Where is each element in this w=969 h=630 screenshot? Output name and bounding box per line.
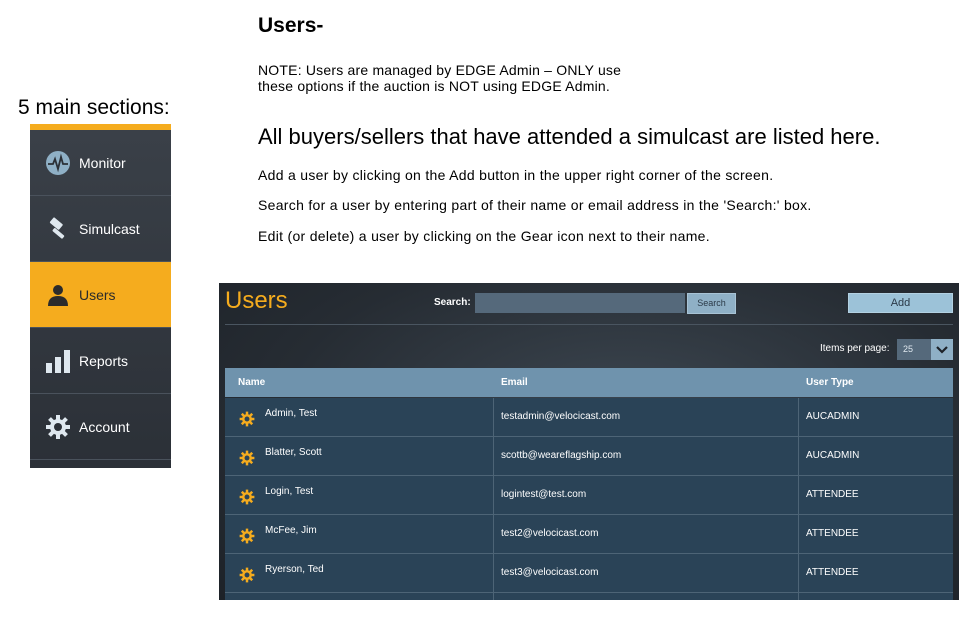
sidebar-item-label: Simulcast [79, 220, 140, 237]
table-row[interactable]: McFee, Jim test2@velocicast.com ATTENDEE [225, 515, 953, 554]
users-panel: Users Search: Search Add Items per page:… [219, 283, 959, 600]
instruction-search: Search for a user by entering part of th… [258, 197, 812, 213]
user-type: AUCADMIN [806, 450, 860, 461]
note-line-1: NOTE: Users are managed by EDGE Admin – … [258, 62, 622, 78]
table-row[interactable]: Blatter, Scott scottb@weareflagship.com … [225, 437, 953, 476]
table-row[interactable]: Login, Test logintest@test.com ATTENDEE [225, 476, 953, 515]
pulse-icon [45, 150, 71, 176]
gear-icon[interactable] [239, 450, 255, 466]
main-sections-label: 5 main sections: [18, 96, 170, 119]
column-divider [798, 554, 799, 593]
column-divider [493, 515, 494, 554]
user-name: McFee, Jim [265, 525, 317, 536]
gear-icon [45, 414, 71, 440]
items-per-page-label: Items per page: [820, 343, 890, 354]
sidebar-item-label: Account [79, 418, 130, 435]
column-divider [798, 437, 799, 476]
column-divider [493, 476, 494, 515]
header-divider [225, 324, 953, 325]
user-name: Ryerson, Ted [265, 564, 324, 575]
slide-headline: All buyers/sellers that have attended a … [258, 124, 881, 149]
user-email: logintest@test.com [501, 489, 587, 500]
instruction-edit: Edit (or delete) a user by clicking on t… [258, 228, 710, 244]
column-divider [798, 515, 799, 554]
gear-icon[interactable] [239, 528, 255, 544]
column-header-email[interactable]: Email [501, 377, 528, 388]
user-icon [45, 282, 71, 308]
user-type: ATTENDEE [806, 489, 859, 500]
bar-chart-icon [45, 348, 71, 374]
items-per-page-value: 25 [903, 344, 914, 354]
column-divider [798, 593, 799, 600]
gear-icon[interactable] [239, 411, 255, 427]
table-header: Name Email User Type [225, 368, 953, 397]
user-email: scottb@weareflagship.com [501, 450, 622, 461]
user-email: test2@velocicast.com [501, 528, 599, 539]
edge-admin-note: NOTE: Users are managed by EDGE Admin – … [258, 62, 621, 94]
slide-title: Users- [258, 14, 324, 37]
add-user-button[interactable]: Add [848, 293, 953, 313]
user-type: ATTENDEE [806, 528, 859, 539]
user-type: AUCADMIN [806, 411, 860, 422]
table-row[interactable]: Admin, Test testadmin@velocicast.com AUC… [225, 398, 953, 437]
user-name: Admin, Test [265, 408, 318, 419]
column-header-user-type[interactable]: User Type [806, 377, 854, 388]
column-header-name[interactable]: Name [238, 377, 265, 388]
note-line-2: these options if the auction is NOT usin… [258, 78, 610, 94]
sidebar-item-simulcast[interactable]: Simulcast [30, 196, 171, 262]
user-name: Login, Test [265, 486, 314, 497]
user-email: test3@velocicast.com [501, 567, 599, 578]
gear-icon[interactable] [239, 489, 255, 505]
table-row-partial [225, 593, 953, 600]
column-divider [493, 437, 494, 476]
column-divider [798, 398, 799, 437]
column-divider [493, 398, 494, 437]
sidebar-item-monitor[interactable]: Monitor [30, 130, 171, 196]
search-button[interactable]: Search [687, 293, 736, 314]
items-per-page-select[interactable]: 25 [897, 339, 953, 360]
chevron-down-icon[interactable] [931, 339, 953, 360]
column-divider [493, 554, 494, 593]
sidebar-item-label: Monitor [79, 154, 126, 171]
instruction-add: Add a user by clicking on the Add button… [258, 167, 774, 183]
user-email: testadmin@velocicast.com [501, 411, 621, 422]
sidebar-item-label: Reports [79, 352, 129, 369]
search-label: Search: [434, 297, 471, 308]
sidebar-item-users[interactable]: Users [30, 262, 171, 328]
user-name: Blatter, Scott [265, 447, 322, 458]
column-divider [798, 476, 799, 515]
sidebar-nav: Monitor Simulcast Users Reports Account [30, 124, 171, 468]
user-type: ATTENDEE [806, 567, 859, 578]
gear-icon[interactable] [239, 567, 255, 583]
sidebar-item-account[interactable]: Account [30, 394, 171, 460]
table-row[interactable]: Ryerson, Ted test3@velocicast.com ATTEND… [225, 554, 953, 593]
sidebar-item-reports[interactable]: Reports [30, 328, 171, 394]
gavel-icon [45, 216, 71, 242]
search-input[interactable] [475, 293, 685, 313]
page-title: Users [225, 287, 288, 314]
column-divider [493, 593, 494, 600]
sidebar-item-label: Users [79, 286, 116, 303]
